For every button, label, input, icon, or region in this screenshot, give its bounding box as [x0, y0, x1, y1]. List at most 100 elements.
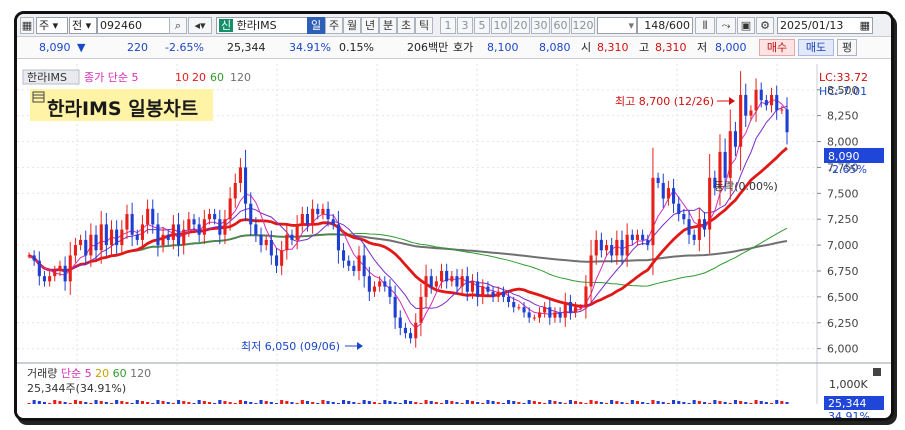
settings-gear-icon[interactable]: ⚙ [756, 17, 774, 34]
down-arrow-icon: ▼ [77, 41, 86, 54]
annotation-ref: 동락(0.00%) [714, 180, 778, 193]
code-input[interactable]: 092460 [97, 17, 171, 34]
volume-bar [481, 403, 485, 404]
interval-30[interactable]: 30 [531, 17, 550, 34]
count-field[interactable]: 148/600 [637, 17, 693, 34]
legend-ma60: 60 [210, 71, 224, 84]
speaker-icon[interactable]: ◂▾ [188, 17, 212, 34]
market-select[interactable]: 주 ▾ [36, 17, 68, 34]
candle [501, 291, 505, 297]
open-label: 시 [581, 41, 592, 54]
volume-bar [764, 402, 768, 404]
volume-bar [42, 402, 46, 404]
volume-bar [558, 402, 562, 404]
candle [538, 312, 542, 318]
candle [605, 245, 609, 251]
interval-60[interactable]: 60 [551, 17, 570, 34]
volume-bar [610, 400, 614, 404]
interval-10[interactable]: 10 [491, 17, 510, 34]
candle [342, 250, 346, 261]
stock-name-field[interactable]: 신 한라IMS [216, 17, 312, 34]
candle [182, 229, 186, 246]
buy-button[interactable]: 매수 [759, 39, 795, 56]
interval-5[interactable]: 5 [474, 17, 490, 34]
interval-dropdown[interactable]: ▾ [597, 17, 637, 34]
candle [414, 322, 418, 339]
candle [192, 219, 196, 225]
eval-button[interactable]: 평 [837, 39, 857, 56]
candle [754, 89, 758, 111]
volume-bar [316, 403, 320, 404]
tab-month[interactable]: 월 [343, 17, 361, 34]
volume-bar [744, 402, 748, 404]
interval-1[interactable]: 1 [440, 17, 456, 34]
sell-button[interactable]: 매도 [798, 39, 834, 56]
price-change: 220 [127, 41, 148, 54]
candle [238, 167, 242, 183]
date-value: 2025/01/13 [780, 19, 844, 32]
ask-price: 8,100 [487, 41, 519, 54]
tab-year[interactable]: 년 [361, 17, 379, 34]
volume-bar [568, 400, 572, 404]
interval-3[interactable]: 3 [457, 17, 473, 34]
volume-bar [326, 401, 330, 404]
current-price-label: 8,090 [828, 150, 860, 163]
candle [218, 219, 222, 235]
line-tool-icon[interactable]: ⤳ [716, 17, 736, 34]
bar-type-icon[interactable]: ⫴ [695, 17, 715, 34]
tab-week[interactable]: 주 [325, 17, 343, 34]
candle [352, 265, 356, 271]
prefix-select[interactable]: 전 ▾ [69, 17, 97, 34]
menu-grid-icon[interactable]: ▦ [20, 17, 34, 34]
volume-bar [718, 401, 722, 404]
volume-bar [280, 400, 284, 404]
candle [424, 276, 428, 297]
save-icon[interactable]: ▣ [737, 17, 755, 34]
tab-minute[interactable]: 분 [379, 17, 397, 34]
interval-120[interactable]: 120 [571, 17, 595, 34]
volume-bar [641, 402, 645, 404]
candle [759, 89, 763, 101]
tab-tick[interactable]: 틱 [415, 17, 433, 34]
candle [285, 234, 289, 251]
volume-bar [563, 403, 567, 404]
candle [42, 276, 46, 282]
search-icon[interactable]: ⌕ [169, 17, 187, 34]
candle [213, 214, 217, 220]
calendar-icon[interactable]: ▦ [860, 18, 870, 33]
date-field[interactable]: 2025/01/13 ▦ [777, 17, 873, 34]
volume-bar [233, 403, 237, 404]
tab-day[interactable]: 일 [307, 17, 325, 34]
candle [254, 224, 258, 235]
close-icon[interactable] [873, 368, 881, 376]
candle [558, 312, 562, 318]
volume-bar [512, 401, 516, 404]
interval-20[interactable]: 20 [511, 17, 530, 34]
volume-bar [213, 403, 217, 404]
volume-bar [223, 401, 227, 404]
candle [228, 198, 232, 220]
volume-bar [507, 400, 511, 404]
current-change-label: -2.65% [828, 163, 867, 176]
current-price: 8,090 [39, 41, 71, 54]
volume-bar [84, 402, 88, 404]
volume-bar [300, 400, 304, 404]
market-select-value: 주 [39, 19, 50, 32]
trade-amount: 206백만 [407, 41, 449, 54]
volume-bar [486, 400, 490, 404]
candle [63, 265, 67, 282]
volume-bar [135, 400, 139, 404]
low-price: 8,000 [715, 41, 747, 54]
y-tick-label: 8,250 [827, 110, 859, 123]
candle [522, 307, 526, 313]
price-change-pct: -2.65% [165, 41, 204, 54]
volume-bar [749, 403, 753, 404]
volume-bar [104, 402, 108, 404]
chart-window: ▦ 주 ▾ 전 ▾ 092460 ⌕ ◂▾ 신 한라IMS 일 주 월 년 분 … [14, 11, 894, 421]
candle [171, 224, 175, 240]
candle [563, 302, 567, 318]
candle [244, 167, 248, 204]
tab-second[interactable]: 초 [397, 17, 415, 34]
volume-bar [48, 403, 52, 404]
volume-bar [259, 400, 263, 404]
